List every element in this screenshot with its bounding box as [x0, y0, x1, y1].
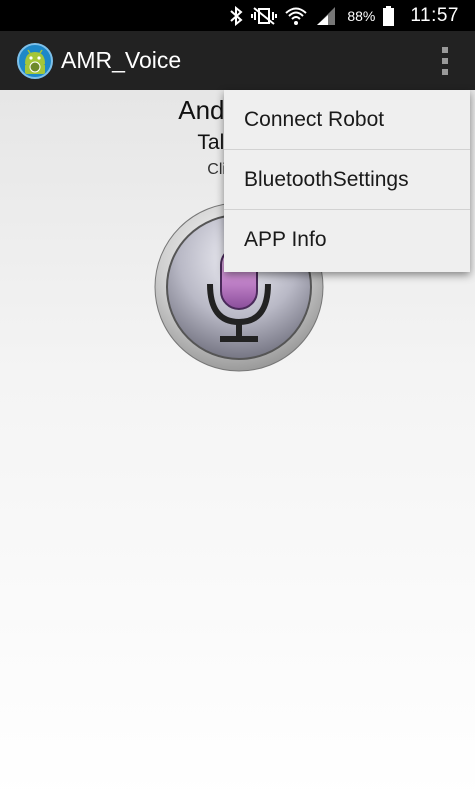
overflow-menu-icon[interactable]	[435, 47, 455, 75]
battery-icon	[383, 5, 395, 26]
battery-percent: 88%	[347, 7, 376, 24]
bluetooth-icon	[229, 5, 243, 26]
app-logo-icon	[16, 42, 54, 80]
status-clock: 11:57	[410, 4, 459, 26]
wifi-icon	[285, 6, 307, 26]
status-bar: 88% 11:57	[0, 0, 475, 31]
action-bar: AMR_Voice	[0, 31, 475, 90]
menu-item-bluetooth-settings[interactable]: BluetoothSettings	[224, 150, 470, 210]
menu-item-app-info[interactable]: APP Info	[224, 210, 470, 270]
app-title: AMR_Voice	[61, 47, 182, 73]
mute-vibrate-icon	[251, 6, 278, 26]
signal-icon	[315, 6, 337, 26]
overflow-popup-menu: Connect Robot BluetoothSettings APP Info	[224, 90, 470, 272]
menu-item-connect-robot[interactable]: Connect Robot	[224, 90, 470, 150]
